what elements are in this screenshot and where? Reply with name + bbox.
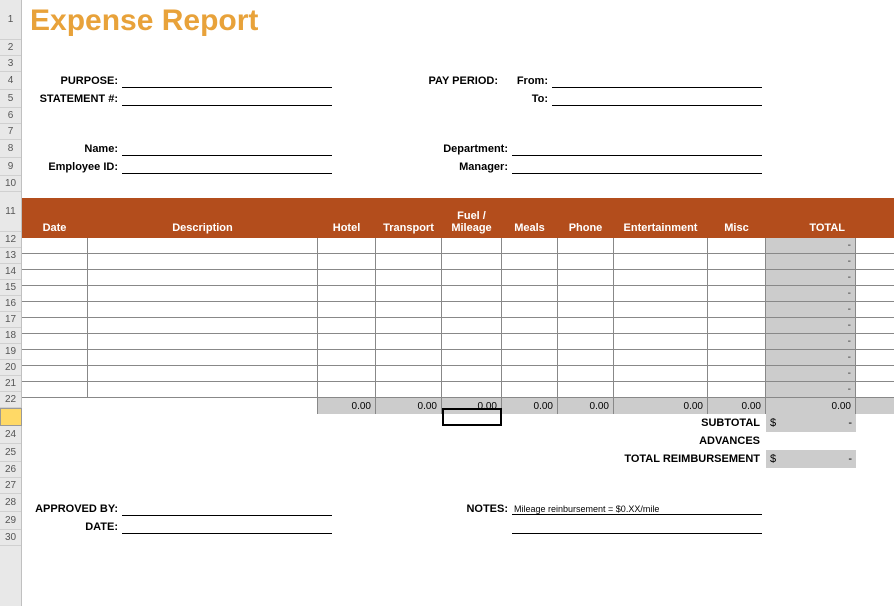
row-number[interactable]: 14 [0,264,21,280]
date-label: DATE: [22,521,122,533]
row-number[interactable]: 12 [0,232,21,248]
table-row[interactable]: - [22,238,894,254]
purpose-field[interactable] [122,74,332,88]
col-fuel: Fuel / Mileage [442,208,502,238]
row-number[interactable]: 26 [0,462,21,478]
row-number[interactable]: 9 [0,158,21,176]
row-number[interactable]: 6 [0,108,21,124]
row-number[interactable]: 28 [0,494,21,512]
report-title: Expense Report [22,0,894,40]
table-row[interactable]: - [22,350,894,366]
col-hotel: Hotel [318,220,376,238]
col-entertainment: Entertainment [614,220,708,238]
row-number[interactable]: 15 [0,280,21,296]
row-number[interactable]: 4 [0,72,21,90]
row-number[interactable]: 8 [0,140,21,158]
col-description: Description [88,220,318,238]
col-transport: Transport [376,220,442,238]
row-number[interactable]: 11 [0,192,21,232]
selected-row-indicator [0,408,22,426]
row-number[interactable]: 16 [0,296,21,312]
statement-field[interactable] [122,92,332,106]
col-meals: Meals [502,220,558,238]
row-number[interactable]: 30 [0,530,21,546]
row-number[interactable]: 2 [0,40,21,56]
from-label: From: [502,75,552,87]
row-number[interactable]: 7 [0,124,21,140]
table-row[interactable]: - [22,270,894,286]
column-totals-row: 0.00 0.00 0.00 0.00 0.00 0.00 0.00 0.00 [22,398,894,414]
manager-label: Manager: [412,161,512,173]
row-number[interactable]: 19 [0,344,21,360]
row-number[interactable]: 22 [0,392,21,408]
table-row[interactable]: - [22,318,894,334]
subtotal-value: $- [766,414,856,432]
col-total: TOTAL [766,220,856,238]
row-number[interactable]: 25 [0,444,21,462]
total-hotel: 0.00 [318,398,376,414]
date-field[interactable] [122,520,332,534]
approved-by-label: APPROVED BY: [22,503,122,515]
table-row[interactable]: - [22,382,894,398]
notes-label: NOTES: [432,503,512,515]
table-row[interactable]: - [22,286,894,302]
employee-id-field[interactable] [122,160,332,174]
from-field[interactable] [552,74,762,88]
row-number[interactable]: 5 [0,90,21,108]
total-reimbursement-value: $- [766,450,856,468]
row-number[interactable]: 1 [0,0,21,40]
manager-field[interactable] [512,160,762,174]
row-number[interactable]: 21 [0,376,21,392]
employee-id-label: Employee ID: [22,161,122,173]
row-number[interactable]: 27 [0,478,21,494]
subtotal-label: SUBTOTAL [606,417,766,429]
advances-value[interactable] [766,432,856,450]
table-row[interactable]: - [22,334,894,350]
col-misc: Misc [708,220,766,238]
notes-field[interactable]: Mileage reinbursement = $0.XX/mile [512,504,762,515]
total-total: 0.00 [766,398,856,414]
row-number[interactable]: 24 [0,426,21,444]
department-field[interactable] [512,142,762,156]
table-row[interactable]: - [22,366,894,382]
total-phone: 0.00 [558,398,614,414]
row-number[interactable]: 3 [0,56,21,72]
table-row[interactable]: - [22,302,894,318]
total-misc: 0.00 [708,398,766,414]
total-meals: 0.00 [502,398,558,414]
row-number[interactable]: 10 [0,176,21,192]
name-label: Name: [22,143,122,155]
pay-period-label: PAY PERIOD: [392,75,502,87]
total-fuel: 0.00 [442,398,502,414]
approved-by-field[interactable] [122,502,332,516]
row-number[interactable]: 20 [0,360,21,376]
name-field[interactable] [122,142,332,156]
purpose-label: PURPOSE: [22,75,122,87]
statement-label: STATEMENT #: [22,93,122,105]
table-row[interactable]: - [22,254,894,270]
row-number[interactable]: 17 [0,312,21,328]
row-number[interactable]: 13 [0,248,21,264]
row-number[interactable]: 29 [0,512,21,530]
total-entertainment: 0.00 [614,398,708,414]
table-header: Date Description Hotel Transport Fuel / … [22,198,894,238]
col-phone: Phone [558,220,614,238]
total-reimbursement-label: TOTAL REIMBURSEMENT [556,453,766,465]
to-label: To: [502,93,552,105]
advances-label: ADVANCES [606,435,766,447]
department-label: Department: [412,143,512,155]
row-number[interactable]: 18 [0,328,21,344]
expense-table: Date Description Hotel Transport Fuel / … [22,198,894,414]
col-date: Date [22,220,88,238]
total-transport: 0.00 [376,398,442,414]
to-field[interactable] [552,92,762,106]
row-headers: 1 2 3 4 5 6 7 8 9 10 11 12 13 14 15 16 1… [0,0,22,606]
spreadsheet-content: Expense Report PURPOSE: PAY PERIOD: From… [22,0,894,536]
notes-field-2[interactable] [512,520,762,534]
